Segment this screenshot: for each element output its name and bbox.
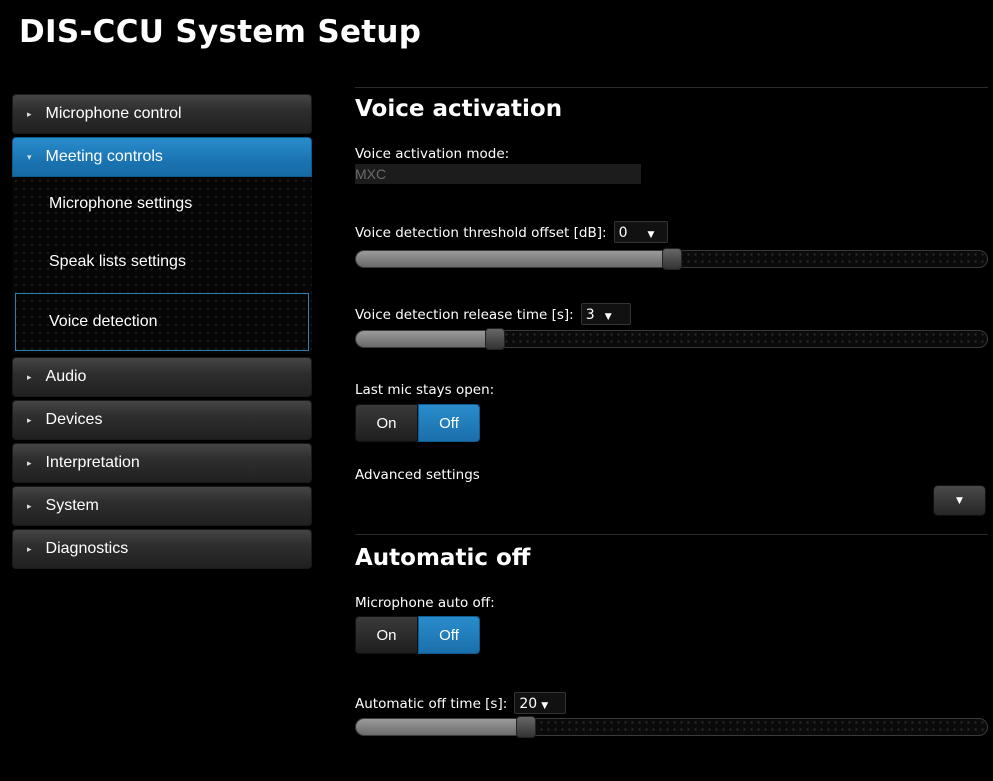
release-select-value: 3: [585, 307, 595, 323]
sidebar-item-label: Microphone control: [45, 105, 182, 122]
sidebar-item-system[interactable]: ▸ System: [12, 486, 312, 526]
caret-right-icon: ▸: [27, 108, 32, 119]
auto-off-label: Microphone auto off:: [355, 595, 495, 611]
caret-right-icon: ▸: [27, 457, 32, 468]
threshold-slider[interactable]: [355, 248, 988, 270]
auto-off-on-button[interactable]: On: [355, 616, 418, 654]
caret-down-icon: ▾: [27, 151, 32, 162]
last-mic-on-button[interactable]: On: [355, 404, 418, 442]
slider-fill: [356, 251, 672, 267]
sidebar-item-interpretation[interactable]: ▸ Interpretation: [12, 443, 312, 483]
caret-right-icon: ▸: [27, 500, 32, 511]
chevron-down-icon: ▼: [647, 230, 655, 240]
slider-handle[interactable]: [516, 716, 537, 738]
caret-right-icon: ▸: [27, 414, 32, 425]
auto-off-time-row: Automatic off time [s]: 20 ▼: [355, 692, 567, 714]
sidebar-item-meeting-controls[interactable]: ▾ Meeting controls: [12, 137, 312, 177]
sidebar-item-label: Diagnostics: [45, 540, 129, 557]
meeting-controls-submenu: Microphone settings Speak lists settings…: [12, 177, 312, 354]
threshold-row: Voice detection threshold offset [dB]: 0…: [355, 221, 668, 243]
caret-right-icon: ▸: [27, 371, 32, 382]
auto-off-off-button[interactable]: Off: [418, 616, 480, 654]
sidebar-item-label: Interpretation: [45, 454, 140, 471]
app-title: DIS-CCU System Setup: [19, 14, 422, 50]
slider-fill: [356, 331, 495, 347]
sidebar-item-devices[interactable]: ▸ Devices: [12, 400, 312, 440]
sidebar-item-label: System: [45, 497, 99, 514]
advanced-settings-label: Advanced settings: [355, 467, 480, 483]
release-row: Voice detection release time [s]: 3 ▼: [355, 303, 631, 325]
sidebar-item-microphone-control[interactable]: ▸ Microphone control: [12, 94, 312, 134]
voice-activation-mode-value: MXC: [355, 164, 641, 184]
automatic-off-title: Automatic off: [355, 545, 531, 571]
chevron-down-icon: ▼: [956, 495, 963, 506]
sidebar-nav: ▸ Microphone control ▾ Meeting controls …: [12, 94, 312, 572]
threshold-select[interactable]: 0 ▼: [613, 221, 668, 243]
advanced-settings-expand-button[interactable]: ▼: [933, 485, 986, 516]
last-mic-toggle: On Off: [355, 404, 480, 442]
chevron-down-icon: ▼: [604, 312, 612, 322]
auto-off-time-select-value: 20: [519, 696, 538, 712]
voice-activation-mode-label: Voice activation mode:: [355, 146, 510, 162]
section-divider: [355, 534, 988, 535]
sidebar-item-label: Devices: [45, 411, 103, 428]
release-select[interactable]: 3 ▼: [580, 303, 631, 325]
sidebar-item-diagnostics[interactable]: ▸ Diagnostics: [12, 529, 312, 569]
threshold-select-value: 0: [618, 225, 628, 241]
chevron-down-icon: ▼: [541, 701, 549, 711]
slider-handle[interactable]: [484, 328, 505, 350]
slider-fill: [356, 719, 527, 735]
sidebar-item-label: Audio: [45, 368, 87, 385]
auto-off-time-select[interactable]: 20 ▼: [514, 692, 567, 714]
release-label: Voice detection release time [s]:: [355, 306, 574, 323]
auto-off-toggle: On Off: [355, 616, 480, 654]
threshold-label: Voice detection threshold offset [dB]:: [355, 224, 607, 241]
subitem-label: Voice detection: [49, 313, 158, 330]
caret-right-icon: ▸: [27, 543, 32, 554]
slider-handle[interactable]: [661, 248, 682, 270]
release-slider[interactable]: [355, 328, 988, 350]
sidebar-item-label: Meeting controls: [45, 148, 163, 165]
section-divider: [355, 87, 988, 88]
voice-activation-title: Voice activation: [355, 96, 563, 122]
last-mic-label: Last mic stays open:: [355, 382, 495, 398]
auto-off-time-slider[interactable]: [355, 716, 988, 738]
auto-off-time-label: Automatic off time [s]:: [355, 695, 508, 712]
subitem-microphone-settings[interactable]: Microphone settings: [12, 195, 312, 213]
subitem-speak-lists-settings[interactable]: Speak lists settings: [12, 253, 312, 271]
last-mic-off-button[interactable]: Off: [418, 404, 480, 442]
subitem-voice-detection[interactable]: Voice detection: [15, 293, 309, 351]
sidebar-item-audio[interactable]: ▸ Audio: [12, 357, 312, 397]
